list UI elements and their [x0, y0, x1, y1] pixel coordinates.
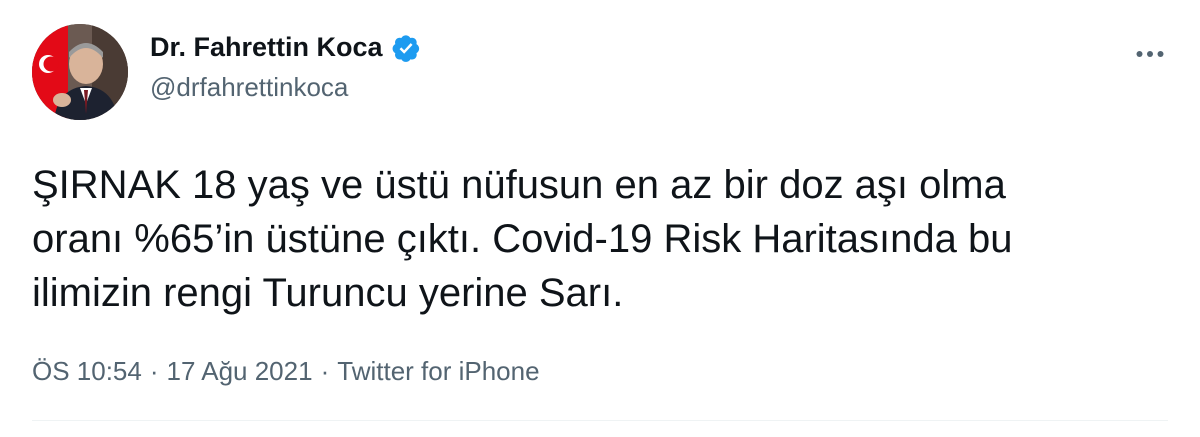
- tweet-time[interactable]: ÖS 10:54: [32, 356, 142, 387]
- author-name-row: Dr. Fahrettin Koca: [150, 32, 421, 63]
- meta-separator: ·: [320, 356, 330, 386]
- more-options-button[interactable]: [1128, 32, 1172, 76]
- tweet-source[interactable]: Twitter for iPhone: [337, 356, 539, 387]
- avatar-image: [32, 24, 128, 120]
- tweet-text: ŞIRNAK 18 yaş ve üstü nüfusun en az bir …: [32, 163, 1013, 315]
- author-display-name[interactable]: Dr. Fahrettin Koca: [150, 32, 383, 63]
- avatar[interactable]: [32, 24, 128, 120]
- more-options-icon: [1136, 51, 1164, 57]
- divider: [32, 420, 1168, 421]
- meta-separator: ·: [149, 356, 159, 386]
- tweet-date[interactable]: 17 Ağu 2021: [167, 356, 313, 387]
- verified-badge-icon: [391, 33, 421, 63]
- tweet-card: Dr. Fahrettin Koca @drfahrettinkoca ŞIRN…: [0, 0, 1200, 437]
- author-handle[interactable]: @drfahrettinkoca: [150, 72, 348, 103]
- tweet-meta: ÖS 10:54 · 17 Ağu 2021 · Twitter for iPh…: [32, 356, 540, 387]
